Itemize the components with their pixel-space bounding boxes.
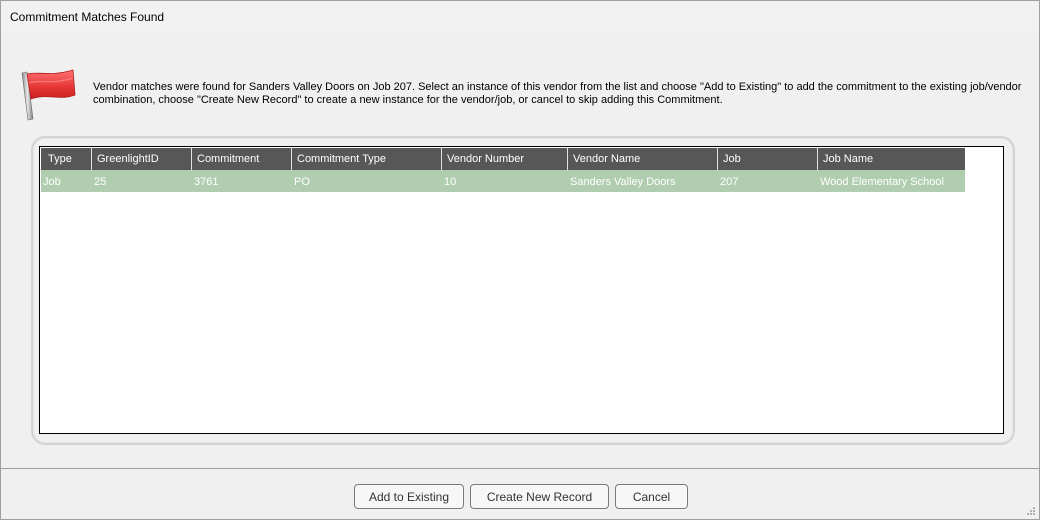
column-header-commitment-type[interactable]: Commitment Type <box>291 148 441 170</box>
column-header-commitment[interactable]: Commitment <box>191 148 291 170</box>
cell-vendor-name: Sanders Valley Doors <box>570 176 676 188</box>
cell-job-name: Wood Elementary School <box>820 176 944 188</box>
resize-grip-icon[interactable] <box>1027 507 1036 516</box>
red-flag-icon <box>21 69 76 121</box>
add-to-existing-button[interactable]: Add to Existing <box>354 484 464 509</box>
dialog-window: Commitment Matches Found Vendor matches … <box>0 0 1040 520</box>
footer-divider <box>1 468 1039 469</box>
message-text: Vendor matches were found for Sanders Va… <box>93 81 1022 106</box>
column-header-greenlight-id[interactable]: GreenlightID <box>91 148 191 170</box>
column-header-vendor-name[interactable]: Vendor Name <box>567 148 717 170</box>
column-header-vendor-number[interactable]: Vendor Number <box>441 148 567 170</box>
window-title: Commitment Matches Found <box>10 10 165 24</box>
cell-vendor-number: 10 <box>444 176 457 188</box>
table-row[interactable]: Job 25 3761 PO 10 Sanders Valley Doors 2… <box>41 170 965 192</box>
cell-job: 207 <box>720 176 739 188</box>
cell-greenlight-id: 25 <box>94 176 107 188</box>
create-new-record-button[interactable]: Create New Record <box>470 484 609 509</box>
matches-grid[interactable]: Type GreenlightID Commitment Commitment … <box>39 146 1004 434</box>
cancel-button[interactable]: Cancel <box>615 484 688 509</box>
title-bar: Commitment Matches Found <box>1 1 1039 31</box>
column-header-job-name[interactable]: Job Name <box>817 148 965 170</box>
cell-commitment: 3761 <box>194 176 219 188</box>
cell-commitment-type: PO <box>294 176 310 188</box>
column-header-type[interactable]: Type <box>41 148 91 170</box>
grid-header: Type GreenlightID Commitment Commitment … <box>41 148 965 170</box>
cell-type: Job <box>43 176 61 188</box>
column-header-job[interactable]: Job <box>717 148 817 170</box>
